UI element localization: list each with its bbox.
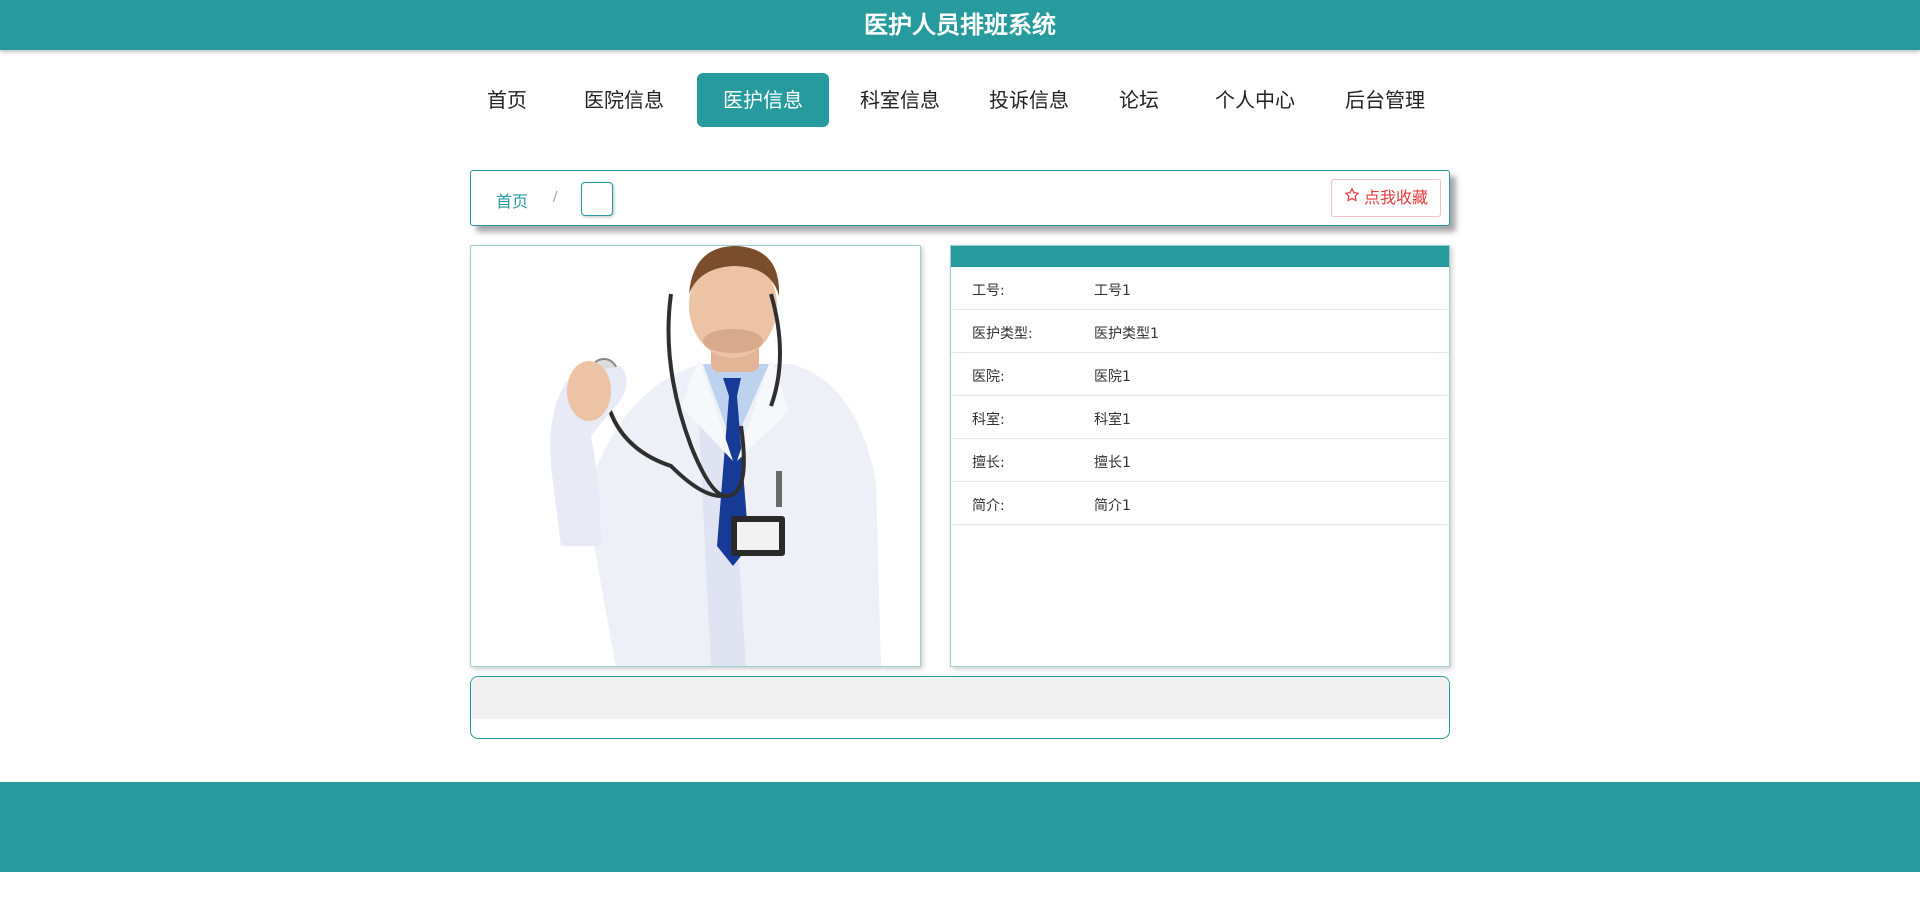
site-title: 医护人员排班系统 [864,11,1056,39]
doctor-photo-image [471,246,920,666]
detail-value: 擅长1 [1094,455,1131,471]
detail-key: 医护类型: [972,326,1033,342]
favorite-button[interactable]: 点我收藏 [1330,179,1441,217]
detail-row: 简介: 简介1 [951,482,1449,525]
nav-item-home[interactable]: 首页 [470,73,544,127]
detail-value: 医护类型1 [1094,326,1159,342]
top-header: 医护人员排班系统 [0,0,1920,50]
detail-value: 简介1 [1094,498,1131,514]
breadcrumb-separator: / [553,190,558,205]
nav-item-hospital-info[interactable]: 医院信息 [574,73,674,127]
breadcrumb-current [581,182,613,216]
breadcrumb: 首页 / 点我收藏 [470,170,1450,226]
nav-item-department-info[interactable]: 科室信息 [850,73,950,127]
detail-row: 医院: 医院1 [951,353,1449,396]
nav-item-forum[interactable]: 论坛 [1102,73,1176,127]
detail-row: 擅长: 擅长1 [951,439,1449,482]
detail-panel-header [951,246,1449,267]
nav-item-complaint-info[interactable]: 投诉信息 [979,73,1079,127]
detail-key: 擅长: [972,455,1005,471]
detail-key: 医院: [972,369,1005,385]
content-section [470,676,1450,739]
nav-item-medical-staff-info[interactable]: 医护信息 [697,73,829,127]
detail-value: 科室1 [1094,412,1131,428]
detail-key: 工号: [972,283,1005,299]
page-footer [0,782,1920,872]
nav-item-personal-center[interactable]: 个人中心 [1205,73,1305,127]
detail-key: 简介: [972,498,1005,514]
staff-detail-panel: 工号: 工号1 医护类型: 医护类型1 医院: 医院1 科室: 科室1 擅长: … [950,245,1450,667]
staff-photo [470,245,921,667]
star-outline-icon [1344,180,1360,216]
breadcrumb-home-link[interactable]: 首页 [496,188,528,212]
detail-key: 科室: [972,412,1005,428]
detail-row: 医护类型: 医护类型1 [951,310,1449,353]
detail-row: 工号: 工号1 [951,267,1449,310]
detail-value: 工号1 [1094,283,1131,299]
main-nav: 首页 医院信息 医护信息 科室信息 投诉信息 论坛 个人中心 后台管理 [470,73,1450,127]
detail-row: 科室: 科室1 [951,396,1449,439]
content-section-header [471,677,1449,719]
nav-item-admin[interactable]: 后台管理 [1335,73,1435,127]
detail-value: 医院1 [1094,369,1131,385]
favorite-label: 点我收藏 [1363,188,1428,207]
